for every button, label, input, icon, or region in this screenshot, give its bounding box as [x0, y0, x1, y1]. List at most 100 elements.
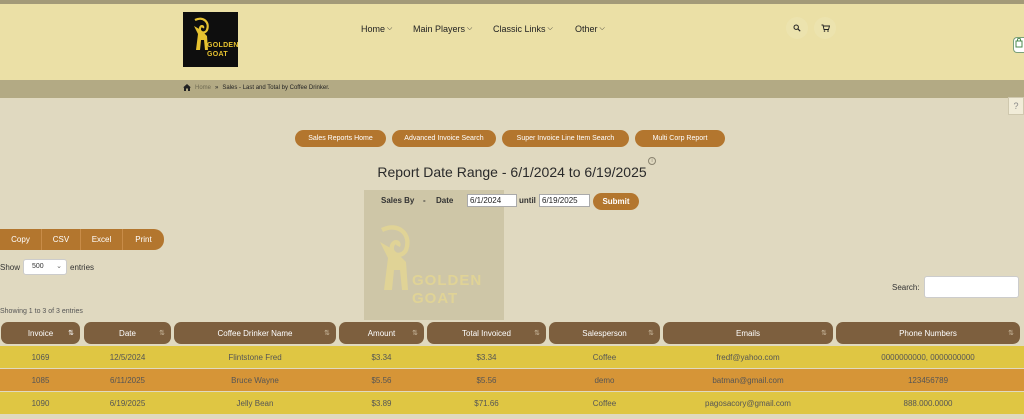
nav-label: Home [361, 24, 386, 34]
column-header-emails[interactable]: Emails ⇅ [663, 322, 833, 344]
cell-salesperson: Coffee [592, 352, 617, 362]
sort-icon: ⇅ [648, 330, 654, 337]
breadcrumb: Home » Sales - Last and Total by Coffee … [0, 80, 1024, 98]
sort-icon: ⇅ [159, 330, 165, 337]
table-row[interactable]: 1069 12/5/2024 Flintstone Fred $3.34 $3.… [0, 346, 1024, 368]
sort-icon: ⇅ [821, 330, 827, 337]
cell-email: fredf@yahoo.com [716, 352, 780, 362]
cell-phone: 123456789 [907, 375, 949, 385]
watermark-text-golden: GOLDEN [412, 272, 483, 289]
sort-icon: ⇅ [534, 330, 540, 337]
nav-main-players[interactable]: Main Players ⌵ [413, 22, 472, 36]
sort-asc-icon: ⇅ [68, 330, 74, 337]
cell-phone: 888.000.0000 [903, 398, 953, 408]
cell-amount: $3.89 [371, 398, 392, 408]
page-length-select[interactable]: 500 ⌄ [23, 259, 68, 275]
cell-amount: $3.34 [371, 352, 392, 362]
table-row[interactable]: 1090 6/19/2025 Jelly Bean $3.89 $71.66 C… [0, 392, 1024, 414]
cell-amount: $5.56 [371, 375, 392, 385]
column-header-amount[interactable]: Amount ⇅ [339, 322, 424, 344]
home-icon[interactable] [183, 84, 191, 91]
end-date-input[interactable]: 6/19/2025 [539, 194, 590, 207]
cell-date: 6/11/2025 [110, 375, 145, 385]
logo-text-golden: GOLDEN [207, 42, 239, 49]
sales-by-separator: - [423, 196, 426, 205]
sort-icon: ⇅ [324, 330, 330, 337]
chevron-down-icon: ⌵ [599, 25, 605, 32]
page-length-control: Show 500 ⌄ entries [0, 259, 94, 275]
breadcrumb-current: Sales - Last and Total by Coffee Drinker… [222, 84, 330, 91]
breadcrumb-separator: » [215, 84, 219, 91]
column-header-date[interactable]: Date ⇅ [84, 322, 171, 344]
side-widget-tab[interactable] [1013, 37, 1024, 53]
column-header-label: Salesperson [582, 328, 627, 338]
column-header-invoice[interactable]: Invoice ⇅ [1, 322, 80, 344]
report-title: Report Date Range - 6/1/2024 to 6/19/202… [377, 164, 647, 180]
goat-watermark-icon [380, 225, 410, 290]
search-icon[interactable] [786, 17, 808, 39]
nav-label: Classic Links [493, 24, 546, 34]
page-length-value: 500 [32, 263, 44, 270]
column-header-label: Emails [735, 328, 760, 338]
sales-reports-home-button[interactable]: Sales Reports Home [295, 130, 386, 147]
watermark-text-goat: GOAT [412, 290, 459, 307]
start-date-input[interactable]: 6/1/2024 [467, 194, 517, 207]
logo-text-goat: GOAT [207, 51, 228, 58]
copy-button[interactable]: Copy [0, 229, 42, 250]
golden-goat-logo[interactable]: GOLDEN GOAT [183, 12, 238, 67]
cell-email: batman@gmail.com [712, 375, 784, 385]
chevron-down-icon: ⌵ [467, 25, 473, 32]
export-button-group: Copy CSV Excel Print [0, 229, 164, 250]
multi-corp-report-button[interactable]: Multi Corp Report [635, 130, 725, 147]
chevron-down-icon: ⌄ [56, 263, 63, 270]
nav-label: Main Players [413, 24, 466, 34]
nav-classic-links[interactable]: Classic Links ⌵ [493, 22, 553, 36]
cell-total: $5.56 [476, 375, 497, 385]
column-header-label: Total Invoiced [462, 328, 511, 338]
nav-label: Other [575, 24, 598, 34]
column-header-phone-numbers[interactable]: Phone Numbers ⇅ [836, 322, 1020, 344]
breadcrumb-home-link[interactable]: Home [195, 85, 211, 91]
cell-total: $3.34 [476, 352, 497, 362]
table-row[interactable]: 1085 6/11/2025 Bruce Wayne $5.56 $5.56 d… [0, 369, 1024, 391]
advanced-invoice-search-button[interactable]: Advanced Invoice Search [392, 130, 496, 147]
sort-icon: ⇅ [412, 330, 418, 337]
date-label: Date [436, 196, 454, 205]
cell-invoice: 1069 [31, 352, 50, 362]
column-header-label: Amount [367, 328, 396, 338]
column-header-coffee-drinker-name[interactable]: Coffee Drinker Name ⇅ [174, 322, 336, 344]
nav-home[interactable]: Home ⌵ [361, 22, 392, 36]
show-label: Show [0, 262, 21, 272]
csv-button[interactable]: CSV [42, 229, 81, 250]
column-header-label: Coffee Drinker Name [217, 328, 293, 338]
cell-salesperson: Coffee [592, 398, 617, 408]
golden-goat-watermark: GOLDEN GOAT [364, 190, 504, 320]
sales-by-label: Sales By [381, 196, 415, 205]
column-header-total-invoiced[interactable]: Total Invoiced ⇅ [427, 322, 546, 344]
help-button[interactable]: ? [1008, 97, 1024, 115]
entries-label: entries [70, 262, 95, 272]
super-invoice-line-item-search-button[interactable]: Super Invoice Line Item Search [502, 130, 629, 147]
cell-name: Jelly Bean [236, 398, 274, 408]
excel-button[interactable]: Excel [81, 229, 123, 250]
print-button[interactable]: Print [123, 229, 164, 250]
column-header-salesperson[interactable]: Salesperson ⇅ [549, 322, 660, 344]
cell-invoice: 1090 [31, 398, 50, 408]
nav-other[interactable]: Other ⌵ [575, 22, 605, 36]
cell-name: Bruce Wayne [231, 375, 279, 385]
cell-total: $71.66 [474, 398, 499, 408]
cell-name: Flintstone Fred [228, 352, 282, 362]
submit-button[interactable]: Submit [593, 193, 639, 210]
column-header-label: Phone Numbers [899, 328, 957, 338]
chevron-down-icon: ⌵ [387, 25, 393, 32]
until-label: until [519, 196, 536, 205]
column-header-label: Date [119, 328, 136, 338]
cell-phone: 0000000000, 0000000000 [881, 352, 975, 362]
cell-date: 12/5/2024 [109, 352, 146, 362]
sort-icon: ⇅ [1008, 330, 1014, 337]
column-header-label: Invoice [27, 328, 54, 338]
search-input[interactable] [924, 276, 1019, 298]
cart-icon[interactable] [814, 17, 836, 39]
site-header: GOLDEN GOAT Home ⌵ Main Players ⌵ Classic … [0, 4, 1024, 80]
cell-salesperson: demo [594, 375, 615, 385]
